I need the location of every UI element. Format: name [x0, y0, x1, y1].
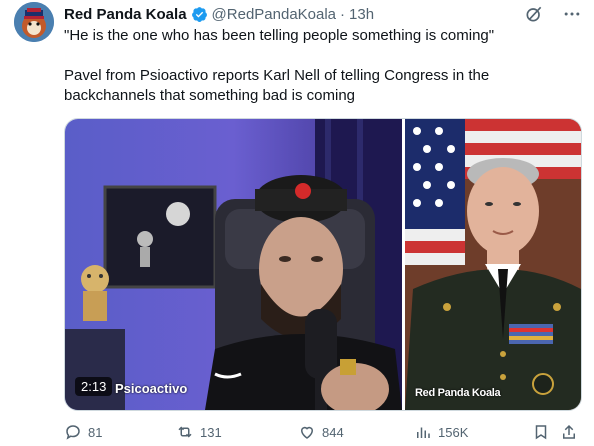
grok-icon[interactable] — [524, 4, 544, 24]
bookmark-icon — [535, 425, 547, 440]
photo-frame — [405, 119, 581, 410]
reply-count: 81 — [88, 424, 103, 440]
more-options-icon[interactable] — [562, 4, 582, 24]
video-watermark: Psicoactivo — [115, 381, 188, 396]
post-header: Red Panda Koala @RedPandaKoala · 13h — [64, 3, 582, 25]
views-icon — [417, 427, 430, 438]
repost-count: 131 — [200, 424, 222, 440]
post-actions: 81 131 844 156K — [64, 420, 580, 444]
author-avatar[interactable] — [14, 2, 54, 42]
photo-watermark: Red Panda Koala — [415, 387, 501, 399]
bookmark-button[interactable] — [532, 420, 550, 444]
repost-button[interactable]: 131 — [176, 420, 222, 444]
header-actions — [524, 3, 582, 25]
repost-icon — [178, 426, 192, 438]
separator-dot: · — [340, 5, 346, 23]
author-handle[interactable]: @RedPandaKoala — [212, 6, 336, 23]
like-count: 844 — [322, 424, 344, 440]
verified-badge-icon — [191, 6, 207, 22]
video-duration-badge: 2:13 — [75, 377, 113, 396]
like-button[interactable]: 844 — [298, 420, 344, 444]
reply-button[interactable]: 81 — [64, 420, 102, 444]
video-player[interactable]: 2:13 Psicoactivo — [65, 119, 402, 410]
share-button[interactable] — [560, 420, 578, 444]
share-icon — [563, 424, 575, 439]
post-text: "He is the one who has been telling peop… — [64, 27, 495, 104]
views-button[interactable]: 156K — [414, 420, 468, 444]
video-frame — [65, 119, 402, 410]
media-container[interactable]: 2:13 Psicoactivo Red Panda Koala — [64, 118, 582, 411]
post-time[interactable]: 13h — [349, 6, 374, 23]
heart-icon — [300, 426, 314, 439]
reply-icon — [66, 425, 80, 440]
author-name[interactable]: Red Panda Koala — [64, 6, 187, 23]
view-count: 156K — [438, 424, 469, 440]
media-photo[interactable]: Red Panda Koala — [405, 119, 581, 410]
